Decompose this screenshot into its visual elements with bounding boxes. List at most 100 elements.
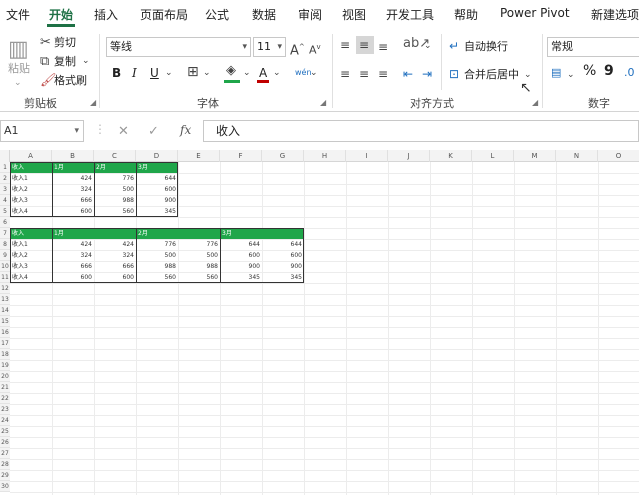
tab-home[interactable]: 开始: [49, 6, 73, 23]
align-center-icon[interactable]: ≡: [359, 67, 369, 81]
row-header-2[interactable]: 2: [0, 173, 10, 184]
formula-input[interactable]: 收入: [203, 120, 639, 142]
table-cell[interactable]: 收入4: [10, 272, 52, 283]
table-cell[interactable]: 600: [262, 250, 304, 261]
table-cell[interactable]: 收入3: [10, 261, 52, 272]
table-cell[interactable]: 988: [136, 261, 178, 272]
table-cell[interactable]: 644: [262, 239, 304, 250]
table-cell[interactable]: 500: [94, 184, 136, 195]
table-cell[interactable]: 345: [220, 272, 262, 283]
row-header-18[interactable]: 18: [0, 349, 10, 360]
align-top-icon[interactable]: ≡: [340, 38, 350, 52]
table-cell[interactable]: 收入1: [10, 173, 52, 184]
column-header-o[interactable]: O: [598, 150, 639, 162]
row-header-28[interactable]: 28: [0, 459, 10, 470]
paste-dropdown-icon[interactable]: ⌄: [14, 76, 22, 90]
row-header-11[interactable]: 11: [0, 272, 10, 283]
column-header-g[interactable]: G: [262, 150, 304, 162]
tab-formulas[interactable]: 公式: [205, 6, 229, 23]
align-right-icon[interactable]: ≡: [378, 67, 388, 81]
tab-power-pivot[interactable]: Power Pivot: [500, 6, 570, 20]
align-left-icon[interactable]: ≡: [340, 67, 350, 81]
orientation-dropdown-icon[interactable]: ⌄: [424, 39, 432, 53]
table-cell[interactable]: 666: [52, 195, 94, 206]
tab-help[interactable]: 帮助: [454, 6, 478, 23]
header-cell[interactable]: [262, 228, 304, 239]
table-cell[interactable]: 600: [94, 272, 136, 283]
column-header-d[interactable]: D: [136, 150, 178, 162]
header-cell[interactable]: 3月: [136, 162, 178, 173]
header-cell[interactable]: 1月: [52, 162, 94, 173]
column-header-j[interactable]: J: [388, 150, 430, 162]
column-header-f[interactable]: F: [220, 150, 262, 162]
header-cell[interactable]: 1月: [52, 228, 94, 239]
row-header-17[interactable]: 17: [0, 338, 10, 349]
column-header-k[interactable]: K: [430, 150, 472, 162]
row-header-27[interactable]: 27: [0, 448, 10, 459]
table-cell[interactable]: 收入2: [10, 250, 52, 261]
border-icon[interactable]: ⊞: [187, 65, 199, 79]
fill-color-icon[interactable]: ◈: [226, 64, 236, 78]
cut-button[interactable]: 剪切: [54, 36, 76, 50]
table-cell[interactable]: 776: [178, 239, 220, 250]
table-cell[interactable]: 收入1: [10, 239, 52, 250]
tab-page-layout[interactable]: 页面布局: [140, 6, 188, 23]
row-header-25[interactable]: 25: [0, 426, 10, 437]
row-header-21[interactable]: 21: [0, 382, 10, 393]
tab-view[interactable]: 视图: [342, 6, 366, 23]
row-header-29[interactable]: 29: [0, 470, 10, 481]
wrap-text-icon[interactable]: ↵: [449, 39, 459, 53]
table-cell[interactable]: 424: [52, 173, 94, 184]
table-cell[interactable]: 988: [178, 261, 220, 272]
column-header-b[interactable]: B: [52, 150, 94, 162]
table-cell[interactable]: 收入4: [10, 206, 52, 217]
row-header-7[interactable]: 7: [0, 228, 10, 239]
tab-file[interactable]: 文件: [6, 6, 30, 23]
grow-font-icon[interactable]: A^: [290, 40, 305, 58]
font-name-select[interactable]: 等线 ▾: [106, 37, 251, 57]
table-cell[interactable]: 600: [52, 206, 94, 217]
column-header-m[interactable]: M: [514, 150, 556, 162]
table-cell[interactable]: 324: [52, 184, 94, 195]
copy-dropdown-icon[interactable]: ⌄: [82, 54, 90, 68]
column-header-i[interactable]: I: [346, 150, 388, 162]
decrease-indent-icon[interactable]: ⇤: [403, 67, 413, 81]
header-cell[interactable]: 3月: [220, 228, 262, 239]
row-header-3[interactable]: 3: [0, 184, 10, 195]
row-header-14[interactable]: 14: [0, 305, 10, 316]
align-middle-icon[interactable]: ≡: [359, 38, 369, 52]
currency-icon[interactable]: ▤: [551, 66, 561, 80]
row-header-10[interactable]: 10: [0, 261, 10, 272]
row-header-22[interactable]: 22: [0, 393, 10, 404]
table-cell[interactable]: 900: [262, 261, 304, 272]
table-cell[interactable]: 776: [136, 239, 178, 250]
row-header-5[interactable]: 5: [0, 206, 10, 217]
table-cell[interactable]: 收入2: [10, 184, 52, 195]
row-header-24[interactable]: 24: [0, 415, 10, 426]
header-cell[interactable]: 2月: [94, 162, 136, 173]
comma-button[interactable]: 9: [604, 64, 614, 78]
table-cell[interactable]: 644: [220, 239, 262, 250]
select-all-corner[interactable]: [0, 150, 10, 162]
table-cell[interactable]: 988: [94, 195, 136, 206]
tab-insert[interactable]: 插入: [94, 6, 118, 23]
row-header-26[interactable]: 26: [0, 437, 10, 448]
font-size-select[interactable]: 11 ▾: [253, 37, 286, 57]
tab-new[interactable]: 新建选项卡: [591, 6, 639, 23]
header-cell[interactable]: [94, 228, 136, 239]
row-header-12[interactable]: 12: [0, 283, 10, 294]
table-cell[interactable]: 345: [262, 272, 304, 283]
italic-button[interactable]: I: [132, 66, 137, 80]
underline-dropdown-icon[interactable]: ⌄: [165, 66, 173, 80]
table-cell[interactable]: 324: [52, 250, 94, 261]
name-box[interactable]: A1 ▾: [0, 120, 84, 142]
table-cell[interactable]: 644: [136, 173, 178, 184]
tab-developer[interactable]: 开发工具: [386, 6, 434, 23]
shrink-font-icon[interactable]: Av: [309, 40, 321, 58]
table-cell[interactable]: 560: [136, 272, 178, 283]
cancel-icon[interactable]: ✕: [118, 124, 129, 139]
copy-icon[interactable]: ⧉: [40, 55, 49, 69]
column-header-c[interactable]: C: [94, 150, 136, 162]
column-header-n[interactable]: N: [556, 150, 598, 162]
row-header-9[interactable]: 9: [0, 250, 10, 261]
